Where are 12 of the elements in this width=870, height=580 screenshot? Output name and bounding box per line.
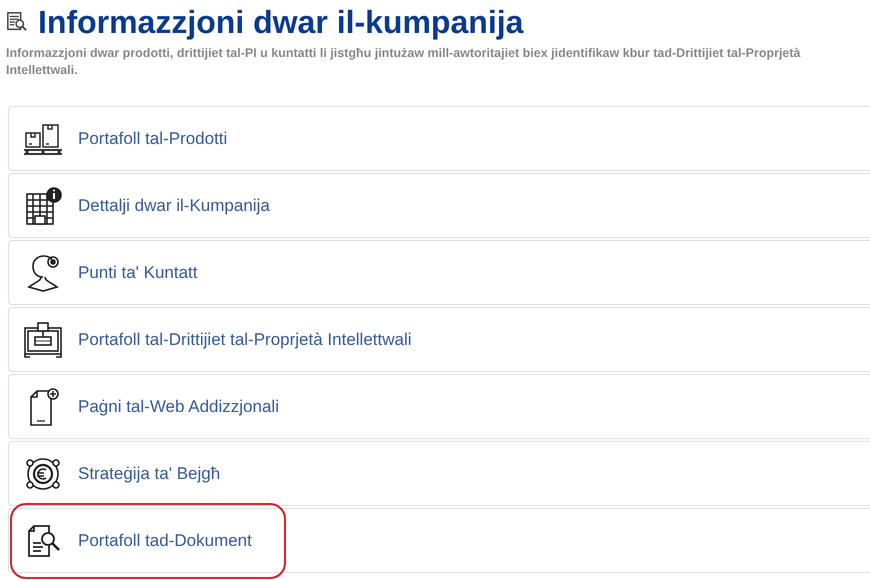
menu-item-card[interactable]: Paġni tal-Web Addizzjonali: [8, 374, 870, 439]
menu-item-card[interactable]: Punti ta' Kuntatt: [8, 240, 870, 305]
document-search-icon: [6, 11, 28, 33]
menu-item-card[interactable]: Strateġija ta' Bejgħ: [8, 441, 870, 506]
building-info-icon: [23, 186, 63, 226]
page-description: Informazzjoni dwar prodotti, drittijiet tal-PI u kuntatti li jistgħu jintużaw mill-awtoritajiet biex jidentifikaw kbur tad-Drittijiet tal-Proprjetà Intellettwali.: [6, 45, 802, 79]
menu-item-card[interactable]: Portafoll tal-Prodotti: [8, 106, 870, 171]
menu-item-card[interactable]: Portafoll tal-Drittijiet tal-Proprjetà Intellettwali: [8, 307, 870, 372]
page-title: Informazzjoni dwar il-kumpanija: [38, 3, 524, 41]
menu-item-card[interactable]: Portafoll tad-Dokument: [8, 508, 870, 573]
ipr-box-icon: [23, 320, 63, 360]
menu-item-card[interactable]: Dettalji dwar il-Kumpanija: [8, 173, 870, 238]
